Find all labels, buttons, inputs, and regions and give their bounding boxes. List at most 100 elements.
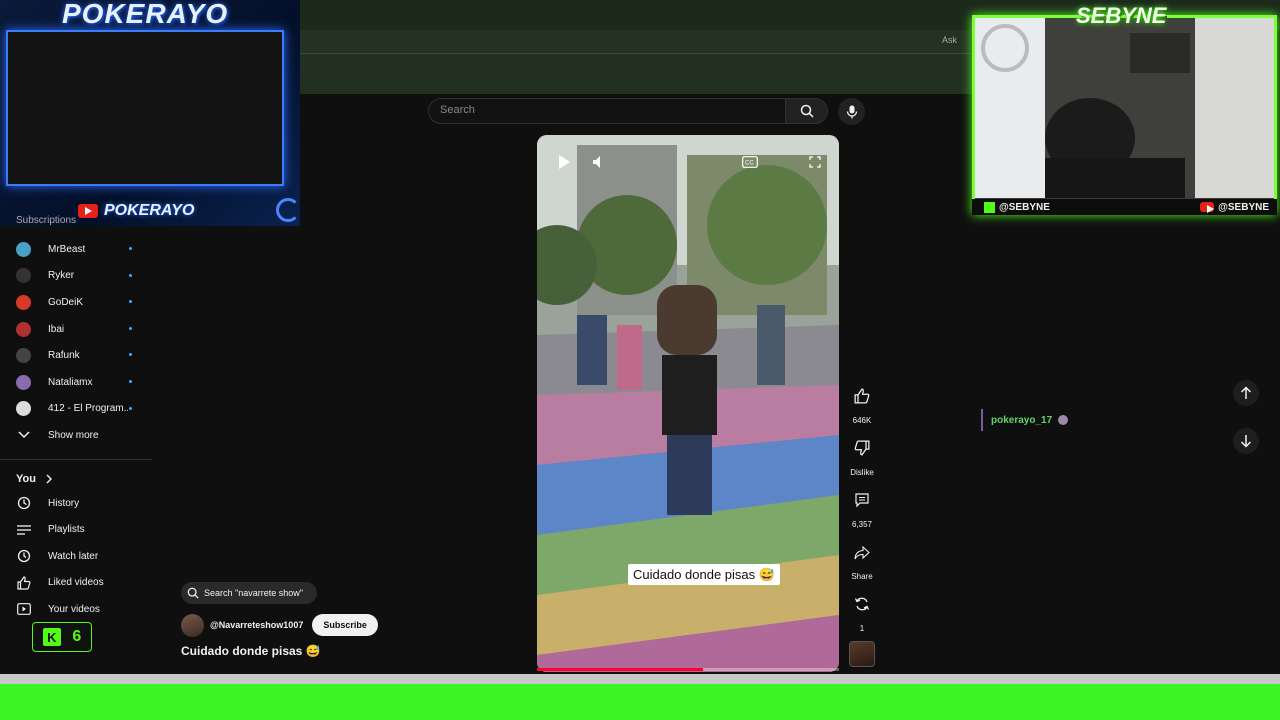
chevron-right-icon — [46, 474, 52, 484]
sidebar-item-history[interactable]: History — [0, 490, 152, 517]
kick-icon: K — [42, 628, 61, 646]
webcam-brand-title: SEBYNE — [1076, 3, 1167, 28]
history-icon — [16, 496, 31, 511]
sidebar-item-mrbeast[interactable]: MrBeast — [0, 236, 152, 263]
play-icon — [559, 155, 570, 169]
sidebar-item-liked-videos[interactable]: Liked videos — [0, 570, 152, 597]
show-more-label: Show more — [48, 429, 99, 441]
play-button[interactable] — [553, 151, 575, 173]
sidebar-divider — [0, 458, 152, 460]
playlists-icon — [16, 522, 31, 537]
ask-button[interactable]: Ask — [942, 35, 957, 45]
channel-avatar — [16, 321, 31, 337]
browser-tab-strip — [300, 30, 980, 54]
sidebar-item-ibai[interactable]: Ibai — [0, 316, 152, 343]
sidebar-item-label: Watch later — [48, 550, 99, 562]
sidebar-item-label: MrBeast — [48, 243, 86, 255]
sidebar-item-412[interactable]: 412 - El Program... — [0, 396, 152, 423]
browser-toolbar — [300, 54, 980, 94]
sidebar-item-label: Ibai — [48, 323, 65, 335]
webcam-social-bar: @SEBYNE @SEBYNE — [972, 199, 1277, 215]
search-icon — [800, 104, 814, 118]
sidebar-item-label: GoDeiK — [48, 296, 84, 308]
chevron-down-icon — [16, 428, 31, 443]
show-more-button[interactable]: Show more — [0, 422, 152, 449]
kick-viewer-count: 6 — [72, 628, 82, 645]
overlay-brand-footer: POKERAYO — [78, 200, 194, 222]
dislike-label: Dislike — [850, 468, 874, 477]
you-heading-label: You — [16, 472, 36, 485]
kick-icon — [984, 201, 995, 213]
webcam-feed — [972, 15, 1277, 215]
sidebar-item-playlists[interactable]: Playlists — [0, 516, 152, 543]
search-input[interactable]: Search — [428, 98, 786, 124]
webcam-overlay: SEBYNE @SEBYNE @SEBYNE — [972, 3, 1277, 215]
fullscreen-button[interactable] — [804, 151, 826, 173]
sidebar-item-watch-later[interactable]: Watch later — [0, 543, 152, 570]
kick-handle: @SEBYNE — [984, 201, 1050, 213]
dislike-button[interactable] — [849, 435, 875, 461]
chat-username: pokerayo_17 — [991, 414, 1053, 426]
new-content-dot — [129, 326, 132, 330]
stream-green-bar — [0, 684, 1280, 720]
sidebar-item-label: Ryker — [48, 270, 75, 282]
thumbs-up-icon — [854, 388, 870, 404]
arrow-up-icon — [1240, 386, 1252, 399]
volume-icon — [593, 156, 600, 168]
search-button[interactable] — [786, 98, 828, 124]
channel-avatar — [16, 241, 31, 257]
subscribe-button[interactable]: Subscribe — [312, 614, 378, 636]
volume-button[interactable] — [589, 151, 611, 173]
voice-search-button[interactable] — [838, 98, 865, 125]
remix-count: 1 — [859, 624, 865, 633]
thumbs-down-icon — [854, 440, 870, 456]
sidebar-item-your-videos[interactable]: Your videos — [0, 596, 152, 623]
comment-count: 6,357 — [851, 520, 873, 529]
sidebar-item-rafunk[interactable]: Rafunk — [0, 342, 152, 369]
sidebar-item-godeik[interactable]: GoDeiK — [0, 289, 152, 316]
stream-bottom-strip — [0, 674, 1280, 684]
sidebar-item-nataliamx[interactable]: Nataliamx — [0, 369, 152, 396]
related-search-chip[interactable]: Search "navarrete show" — [181, 582, 317, 604]
sidebar-item-ryker[interactable]: Ryker — [0, 263, 152, 290]
sidebar-item-label: Playlists — [48, 524, 85, 536]
like-button[interactable] — [849, 383, 875, 409]
video-progress-bar[interactable] — [537, 668, 839, 671]
arrow-down-icon — [1240, 435, 1252, 448]
share-label: Share — [851, 572, 873, 581]
sound-thumbnail[interactable] — [849, 641, 875, 667]
svg-text:CC: CC — [745, 161, 754, 167]
video-icon — [16, 602, 31, 617]
search-icon — [187, 587, 199, 599]
channel-avatar — [16, 374, 31, 390]
short-title: Cuidado donde pisas 😅 — [181, 644, 321, 658]
channel-avatar[interactable] — [181, 613, 204, 637]
remix-icon — [854, 597, 870, 611]
share-icon — [854, 546, 870, 560]
sidebar-item-label: Nataliamx — [48, 376, 93, 388]
remix-button[interactable] — [849, 591, 875, 617]
new-content-dot — [129, 247, 132, 250]
previous-short-button[interactable] — [1233, 380, 1259, 406]
channel-name[interactable]: @Navarreteshow1007 — [210, 620, 303, 630]
subscriptions-heading[interactable]: Subscriptions — [16, 215, 76, 226]
emote-icon — [1058, 415, 1069, 425]
youtube-icon — [78, 204, 98, 218]
new-content-dot — [129, 379, 132, 383]
closed-captions-icon: CC — [742, 156, 758, 168]
sidebar-item-label: Liked videos — [48, 577, 104, 589]
like-count: 646K — [852, 416, 872, 425]
youtube-handle-label: @SEBYNE — [1218, 201, 1269, 213]
next-short-button[interactable] — [1233, 428, 1259, 454]
search-placeholder: Search — [440, 104, 475, 116]
shorts-video-player[interactable] — [537, 135, 839, 672]
captions-button[interactable]: CC — [739, 151, 761, 173]
comments-button[interactable] — [849, 487, 875, 513]
kick-handle-label: @SEBYNE — [999, 201, 1050, 213]
webcam-scene — [975, 18, 1274, 198]
channel-avatar — [16, 294, 31, 310]
you-section-heading[interactable]: You — [0, 468, 152, 490]
chat-message: pokerayo_17 — [981, 409, 1069, 431]
sidebar-item-label: Rafunk — [48, 350, 80, 362]
share-button[interactable] — [849, 540, 875, 566]
